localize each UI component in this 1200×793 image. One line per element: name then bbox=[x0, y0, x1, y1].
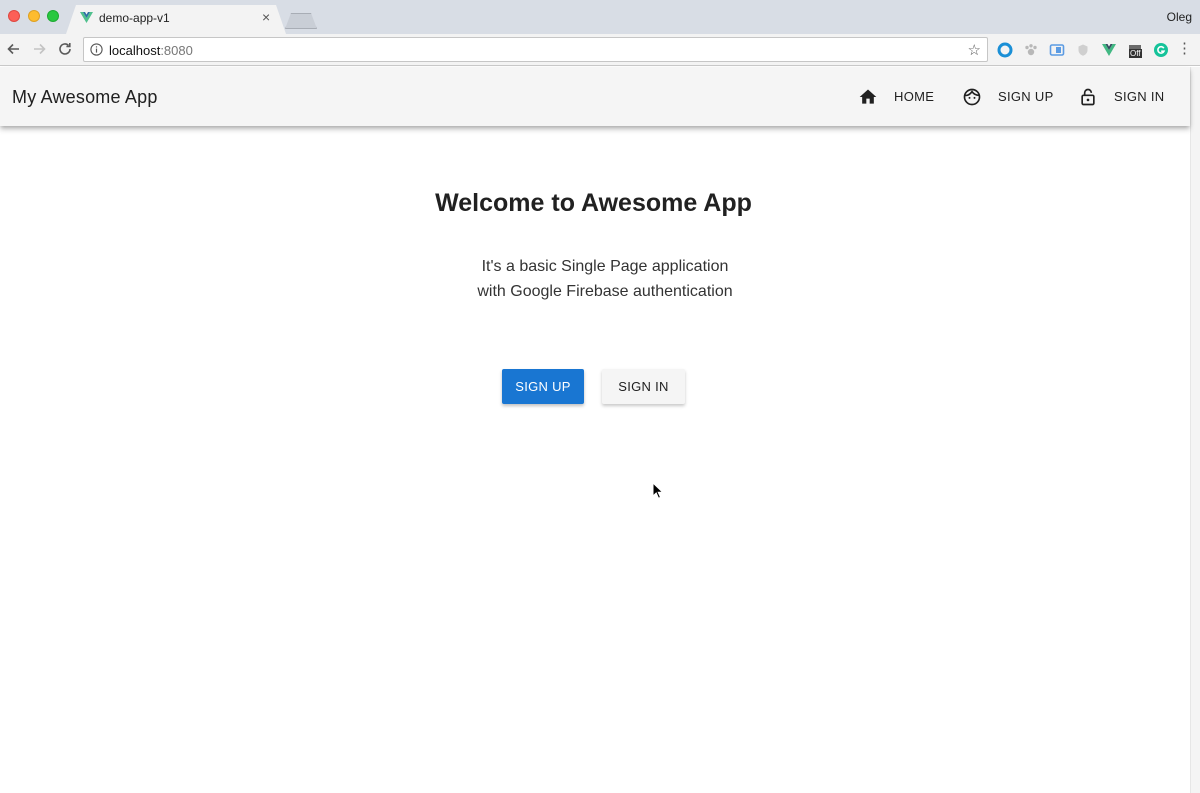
face-icon bbox=[963, 88, 981, 105]
app-title[interactable]: My Awesome App bbox=[12, 87, 158, 108]
tab-title: demo-app-v1 bbox=[99, 11, 170, 25]
url-text: localhost:8080 bbox=[109, 43, 193, 58]
page-scrollbar[interactable] bbox=[1190, 67, 1200, 793]
browser-toolbar: localhost:8080 ☆ Off ⋮ bbox=[0, 34, 1200, 66]
signup-button[interactable]: SIGN UP bbox=[502, 369, 584, 404]
app-header: My Awesome App HOME SIGN UP SIGN IN bbox=[0, 67, 1190, 126]
lock-open-icon bbox=[1081, 88, 1095, 105]
nav-signup-button[interactable]: SIGN UP bbox=[962, 67, 1054, 126]
grammarly-icon[interactable] bbox=[1153, 42, 1169, 58]
extension-off-icon[interactable]: Off bbox=[1127, 42, 1143, 58]
extension-tag-icon[interactable] bbox=[1049, 42, 1065, 58]
nav-signin-button[interactable]: SIGN IN bbox=[1078, 67, 1165, 126]
main-content: Welcome to Awesome App It's a basic Sing… bbox=[0, 126, 1190, 793]
tab-close-icon[interactable]: × bbox=[262, 10, 270, 24]
extension-off-badge: Off bbox=[1129, 49, 1142, 58]
address-bar[interactable]: localhost:8080 ☆ bbox=[83, 37, 988, 62]
minimize-window-button[interactable] bbox=[28, 10, 40, 22]
profile-name[interactable]: Oleg bbox=[1167, 10, 1192, 24]
new-tab-button[interactable] bbox=[285, 13, 317, 29]
signin-button[interactable]: SIGN IN bbox=[602, 369, 685, 404]
info-icon[interactable] bbox=[90, 43, 103, 56]
vue-favicon-icon bbox=[80, 12, 93, 23]
extension-paw-icon[interactable] bbox=[1023, 42, 1039, 58]
nav-signin-label: SIGN IN bbox=[1114, 89, 1165, 104]
extension-shield-icon[interactable] bbox=[1075, 42, 1091, 58]
home-icon bbox=[859, 89, 877, 104]
browser-tabstrip: demo-app-v1 × Oleg bbox=[0, 0, 1200, 34]
close-window-button[interactable] bbox=[8, 10, 20, 22]
nav-home-button[interactable]: HOME bbox=[858, 67, 934, 126]
subtitle-line-2: with Google Firebase authentication bbox=[477, 283, 733, 300]
nav-signup-label: SIGN UP bbox=[998, 89, 1054, 104]
reload-icon[interactable] bbox=[56, 40, 74, 58]
subtitle-line-1: It's a basic Single Page application bbox=[481, 258, 729, 275]
nav-home-label: HOME bbox=[894, 89, 935, 104]
back-arrow-icon[interactable] bbox=[5, 40, 23, 58]
vue-devtools-icon[interactable] bbox=[1101, 42, 1117, 58]
welcome-heading: Welcome to Awesome App bbox=[435, 189, 752, 217]
maximize-window-button[interactable] bbox=[47, 10, 59, 22]
browser-menu-icon[interactable]: ⋮ bbox=[1177, 41, 1192, 57]
forward-arrow-icon[interactable] bbox=[30, 40, 48, 58]
extension-circle-icon[interactable] bbox=[997, 42, 1013, 58]
bookmark-star-icon[interactable]: ☆ bbox=[968, 41, 981, 59]
mouse-cursor-icon bbox=[652, 482, 664, 499]
